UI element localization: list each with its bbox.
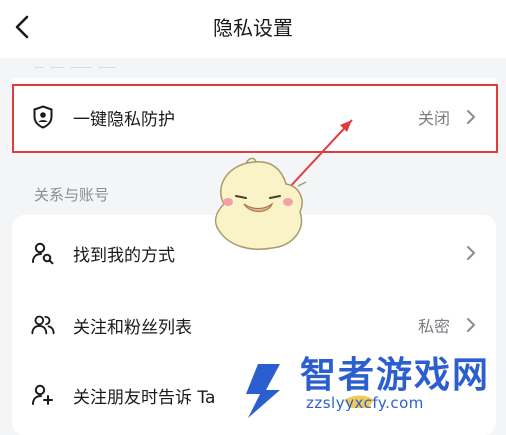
page-title: 隐私设置 [213,16,293,40]
settings-item-label: 关注和粉丝列表 [73,317,192,338]
chevron-right-icon [464,316,478,334]
section-title-relationships: 关系与账号 [34,186,110,204]
settings-item-value: 私密 [417,317,450,336]
people-icon [31,313,55,337]
annotation-highlight-box [12,84,498,153]
person-search-icon [31,241,55,265]
person-add-icon [31,383,55,407]
scrolled-content-hint [34,58,134,68]
mascot-sticker-image [214,157,307,250]
chevron-right-icon [464,244,478,262]
watermark-url: zzslyyxcfy.com [306,394,424,412]
top-nav-bar: 隐私设置 [0,0,506,58]
watermark-brand: 智者游戏网 [300,355,491,396]
